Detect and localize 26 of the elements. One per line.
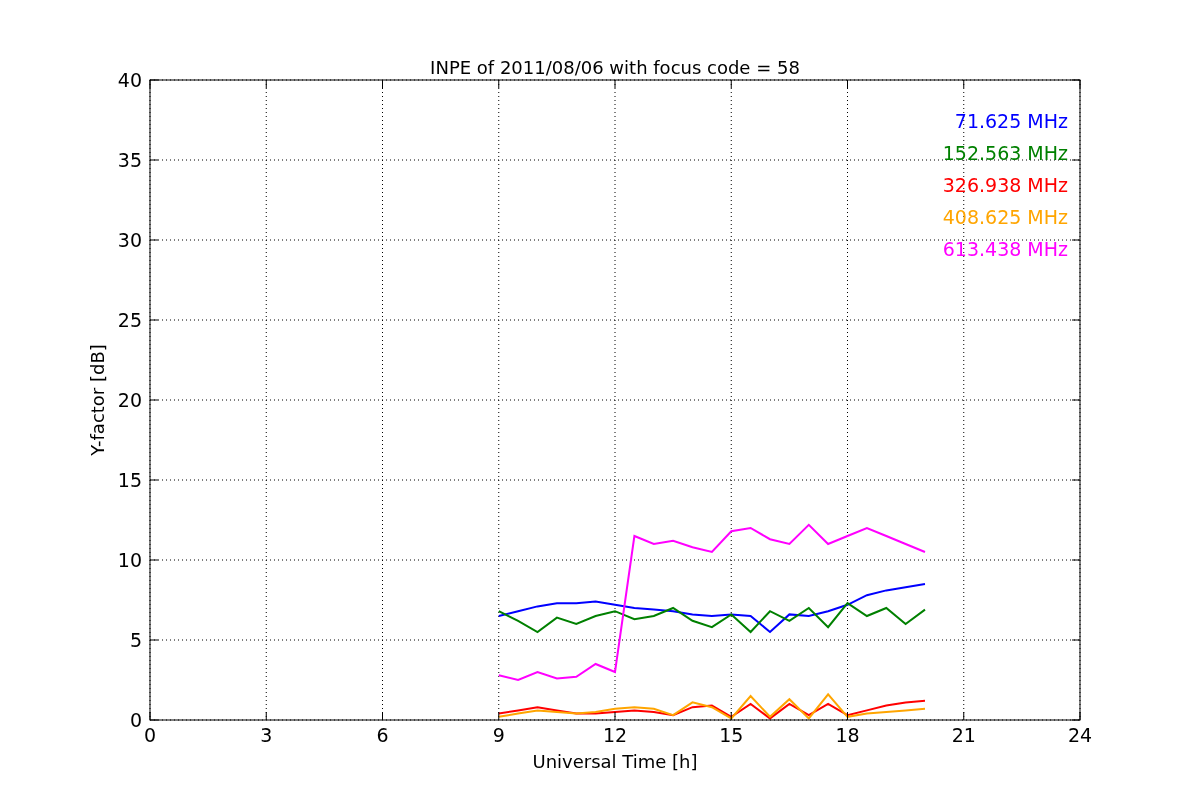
y-tick-label: 10 — [117, 549, 142, 571]
y-tick-label: 25 — [117, 309, 142, 331]
y-tick-label: 20 — [117, 389, 142, 411]
y-tick-label: 40 — [117, 69, 142, 91]
y-tick-label: 0 — [129, 709, 142, 731]
chart-title: INPE of 2011/08/06 with focus code = 58 — [430, 57, 800, 78]
y-tick-label: 15 — [117, 469, 142, 491]
legend-label: 71.625 MHz — [954, 110, 1068, 132]
x-tick-label: 18 — [835, 724, 860, 746]
y-tick-label: 5 — [129, 629, 142, 651]
x-tick-label: 3 — [260, 724, 273, 746]
x-tick-label: 15 — [719, 724, 744, 746]
y-axis-label: Y-factor [dB] — [87, 344, 108, 456]
legend-label: 408.625 MHz — [942, 206, 1068, 228]
x-tick-label: 9 — [492, 724, 505, 746]
legend-label: 326.938 MHz — [942, 174, 1068, 196]
legend-label: 152.563 MHz — [942, 142, 1068, 164]
x-tick-label: 24 — [1067, 724, 1093, 746]
x-tick-label: 0 — [143, 724, 157, 746]
x-axis-label: Universal Time [h] — [532, 751, 698, 772]
x-tick-label: 6 — [376, 724, 389, 746]
legend-label: 613.438 MHz — [942, 238, 1068, 260]
x-tick-label: 21 — [951, 724, 976, 746]
y-tick-label: 35 — [117, 149, 142, 171]
x-tick-label: 12 — [602, 724, 628, 746]
y-tick-label: 30 — [117, 229, 142, 251]
